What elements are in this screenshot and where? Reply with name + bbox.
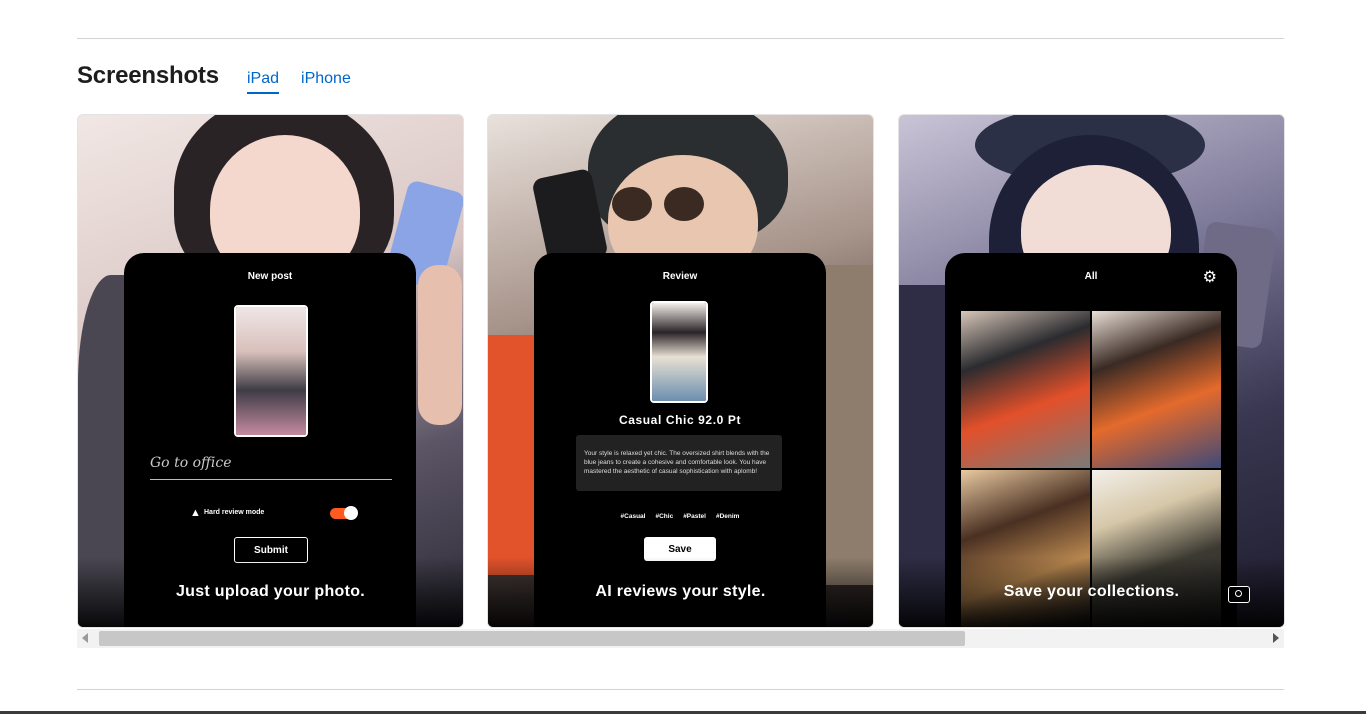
scrollbar-thumb[interactable] (99, 631, 965, 646)
panel-title: New post (247, 271, 293, 282)
section-title: Screenshots (77, 62, 219, 89)
review-text: Your style is relaxed yet chic. The over… (576, 435, 782, 491)
photo-thumbnail (234, 305, 308, 437)
screenshot-3[interactable]: All ⚙ Save your collections. (898, 114, 1285, 628)
hard-review-toggle (330, 506, 358, 520)
collection-item (961, 311, 1090, 468)
screenshot-1[interactable]: New post Go to office ▲ Hard review mode… (77, 114, 464, 628)
photo-thumbnail (650, 301, 708, 403)
section-divider-bottom (77, 689, 1284, 690)
horizontal-scrollbar[interactable] (77, 629, 1284, 648)
style-tags: #Casual #Chic #Pastel #Denim (534, 513, 826, 520)
camera-icon (1228, 586, 1250, 603)
hard-review-mode-row: ▲ Hard review mode (190, 505, 358, 523)
tab-iphone[interactable]: iPhone (301, 70, 351, 94)
screenshot-caption: Just upload your photo. (175, 583, 366, 600)
panel-title: Review (662, 271, 698, 282)
screenshot-caption: Save your collections. (1003, 583, 1180, 600)
tag: #Casual (620, 513, 646, 520)
style-score: Casual Chic 92.0 Pt (618, 413, 742, 427)
scroll-right-arrow-icon[interactable] (1273, 633, 1279, 643)
device-tabs: iPad iPhone (247, 70, 351, 94)
tag: #Denim (715, 513, 740, 520)
screenshot-2[interactable]: Review Casual Chic 92.0 Pt Your style is… (487, 114, 874, 628)
caption-input: Go to office (150, 455, 392, 480)
panel-title: All (1084, 271, 1098, 282)
tag: #Chic (655, 513, 674, 520)
toggle-label: Hard review mode (204, 509, 265, 516)
fire-icon: ▲ (190, 507, 201, 519)
screenshot-caption: AI reviews your style. (595, 583, 766, 600)
scroll-left-arrow-icon[interactable] (82, 633, 88, 643)
collection-item (1092, 311, 1221, 468)
tag: #Pastel (683, 513, 706, 520)
gear-icon: ⚙ (1202, 269, 1217, 286)
tab-ipad[interactable]: iPad (247, 70, 280, 94)
section-divider-top (77, 38, 1284, 39)
